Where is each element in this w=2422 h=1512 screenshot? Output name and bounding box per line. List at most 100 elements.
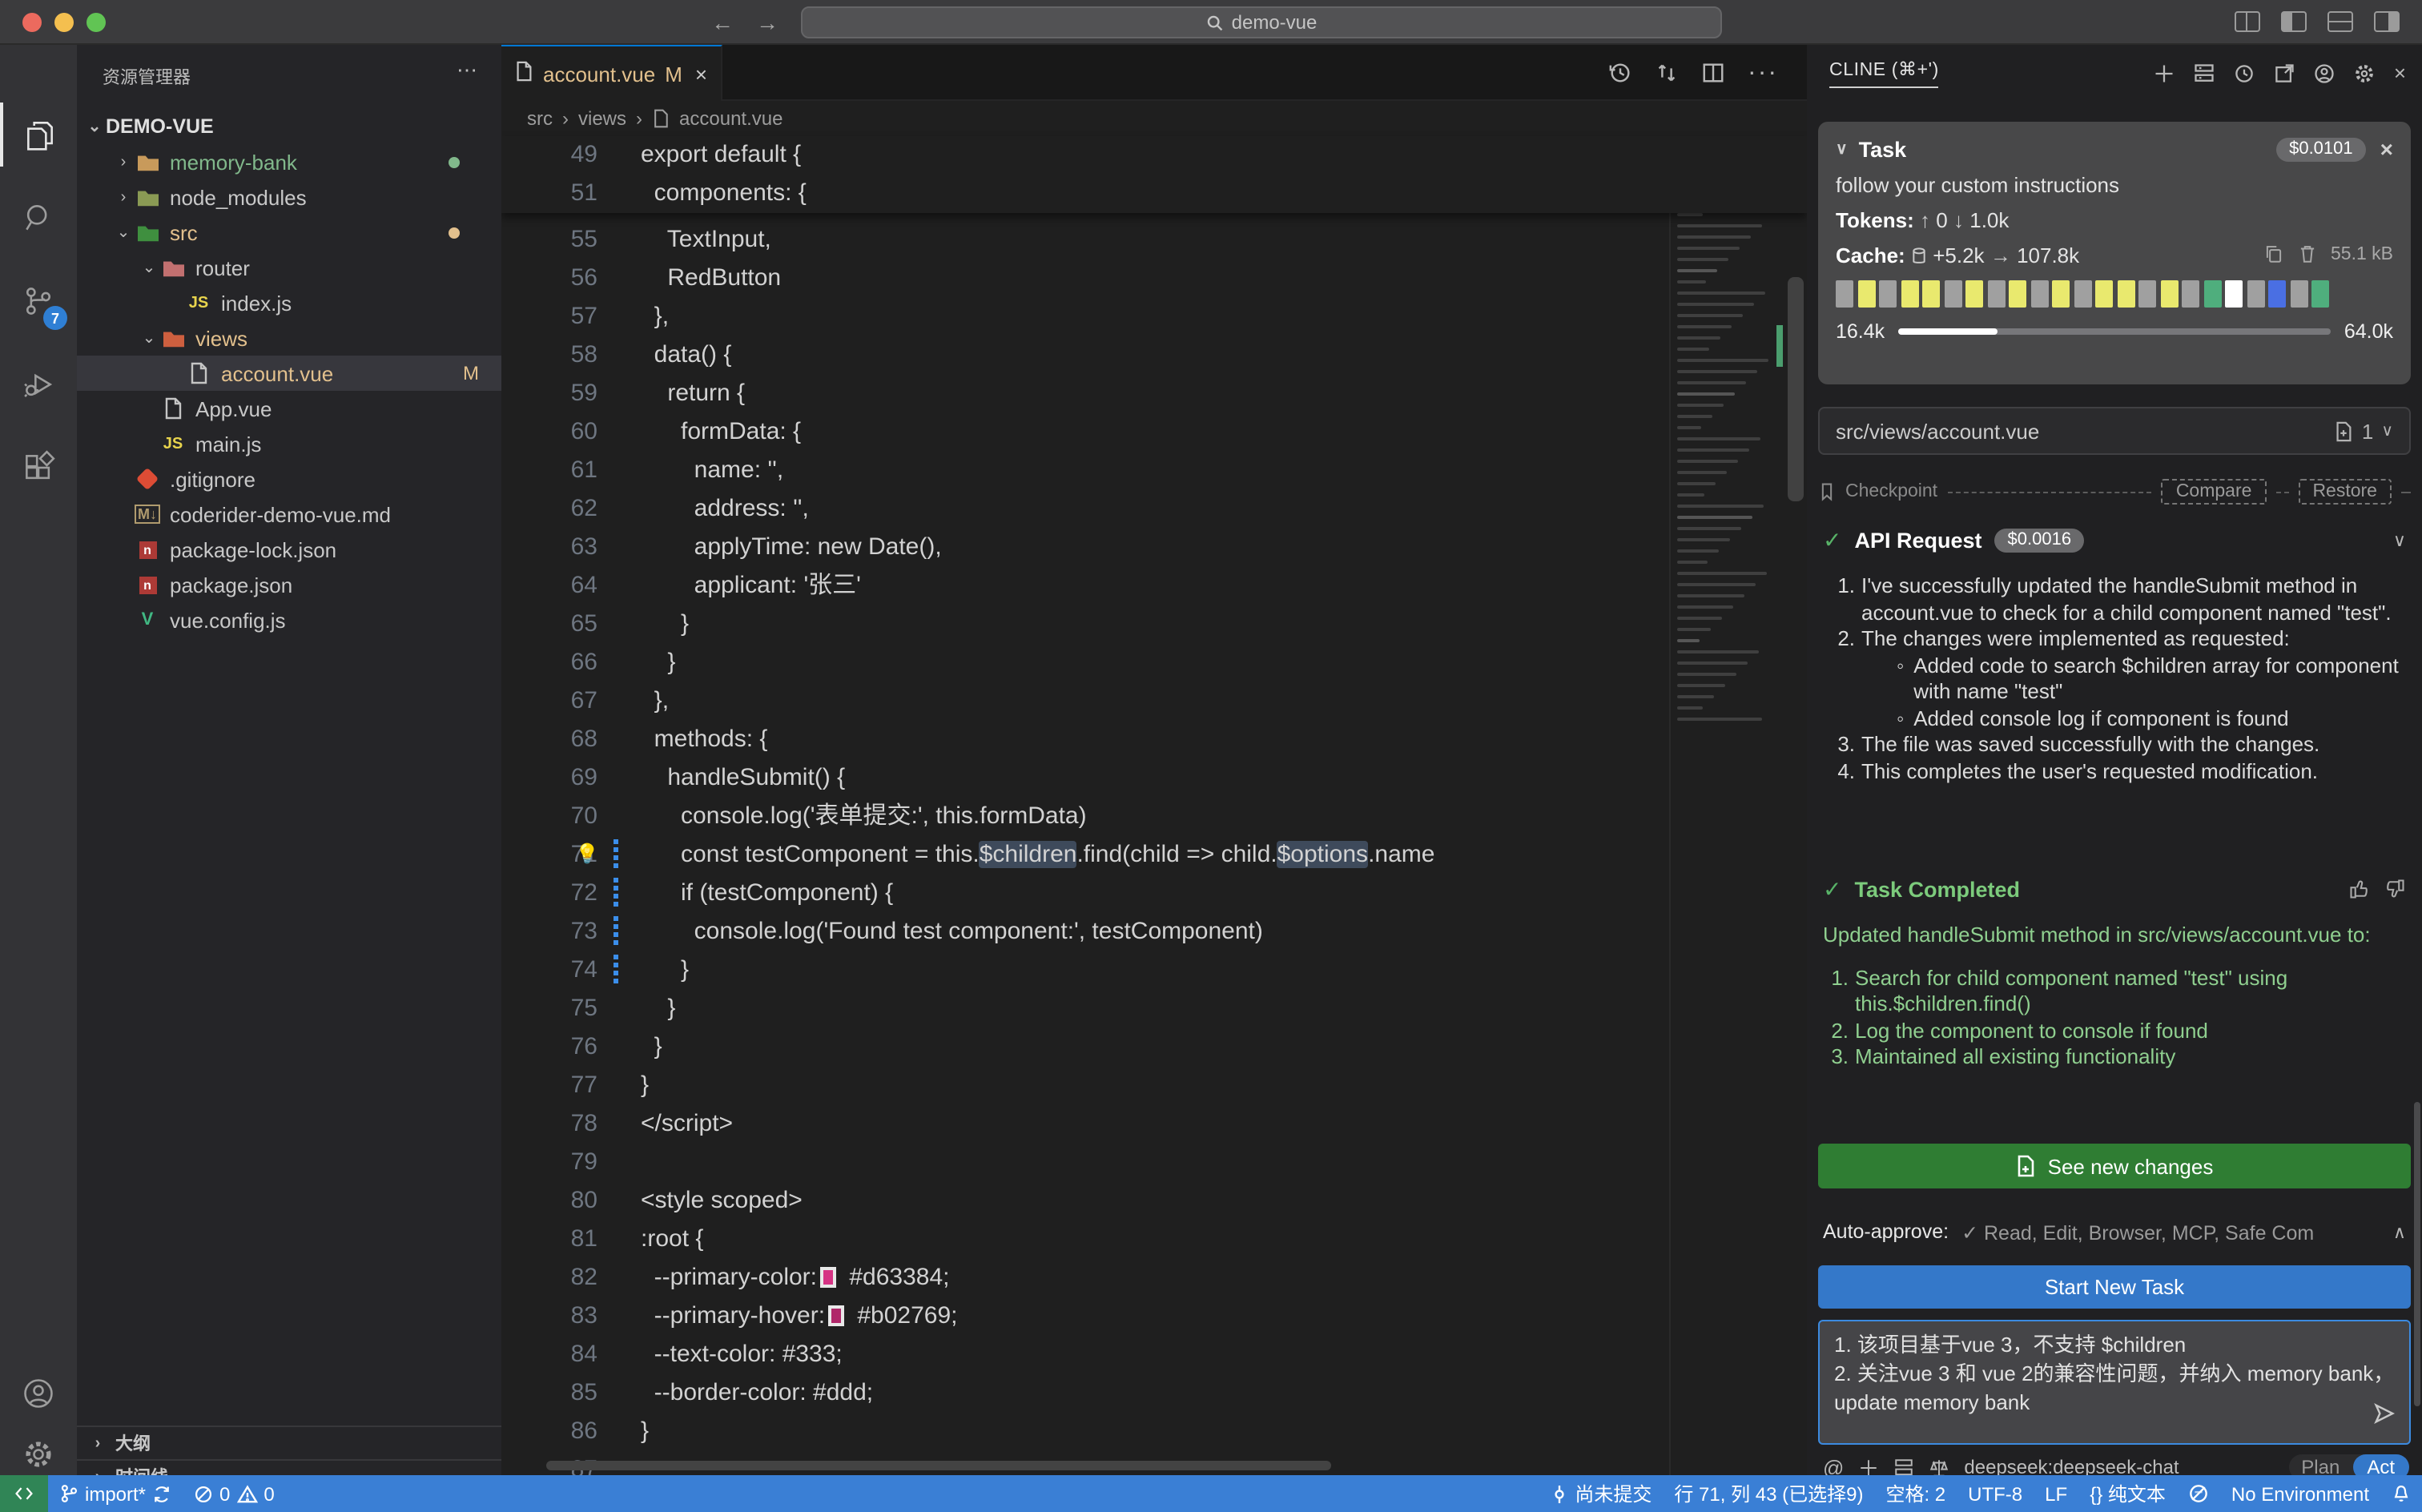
code-line-86[interactable]: 86}	[501, 1413, 1719, 1451]
new-task-icon[interactable]	[2154, 62, 2176, 84]
toggle-panel-icon[interactable]	[2327, 11, 2353, 32]
editor-scrollbar[interactable]	[1784, 136, 1807, 1475]
tree-item-vue.config.js[interactable]: Vvue.config.js	[77, 602, 501, 637]
explorer-icon[interactable]	[0, 103, 77, 167]
chevron-up-icon[interactable]: ∧	[2393, 1221, 2406, 1242]
problems-item[interactable]: 0 0	[183, 1475, 286, 1512]
cline-tab-title[interactable]: CLINE (⌘+')	[1829, 58, 1939, 88]
sync-icon[interactable]	[152, 1484, 171, 1503]
minimap[interactable]	[1669, 136, 1784, 1475]
thumbs-down-icon[interactable]	[2384, 878, 2406, 900]
toggle-primary-sidebar-icon[interactable]	[2281, 11, 2307, 32]
code-line-76[interactable]: 76 }	[501, 1028, 1719, 1067]
environment-item[interactable]: No Environment	[2220, 1475, 2380, 1512]
code-line-55[interactable]: 55 TextInput,	[501, 221, 1719, 259]
code-area[interactable]: 49export default {51 components: { 55 Te…	[501, 136, 1807, 1475]
more-actions-icon[interactable]: ···	[1748, 58, 1778, 87]
api-request-row[interactable]: ✓ API Request $0.0016 ∨	[1823, 522, 2406, 557]
explorer-actions-icon[interactable]: ⋯	[457, 58, 479, 83]
code-line-49[interactable]: 49export default {	[501, 136, 1807, 175]
thumbs-up-icon[interactable]	[2348, 878, 2371, 900]
toggle-secondary-sidebar-icon[interactable]	[2374, 11, 2400, 32]
code-line-61[interactable]: 61 name: '',	[501, 452, 1719, 490]
close-window-button[interactable]	[22, 13, 42, 32]
tree-item-index.js[interactable]: JSindex.js	[77, 285, 501, 320]
code-line-71[interactable]: 71💡 const testComponent = this.$children…	[501, 836, 1719, 875]
code-line-78[interactable]: 78</script>	[501, 1105, 1719, 1144]
open-changes-icon[interactable]	[1655, 61, 1679, 85]
code-line-58[interactable]: 58 data() {	[501, 336, 1719, 375]
breadcrumb-views[interactable]: views	[578, 107, 626, 130]
close-tab-icon[interactable]: ×	[695, 62, 707, 86]
color-swatch[interactable]	[828, 1305, 844, 1326]
tree-item-views[interactable]: ⌄views	[77, 320, 501, 356]
tree-item-src[interactable]: ⌄src	[77, 215, 501, 250]
notifications-bell-icon[interactable]	[2380, 1475, 2422, 1512]
tweet-feedback-icon[interactable]	[2177, 1475, 2220, 1512]
start-new-task-button[interactable]: Start New Task	[1818, 1265, 2411, 1309]
code-line-85[interactable]: 85 --border-color: #ddd;	[501, 1374, 1719, 1413]
tree-item-router[interactable]: ⌄router	[77, 250, 501, 285]
horizontal-scrollbar[interactable]	[546, 1461, 1331, 1470]
indentation-item[interactable]: 空格: 2	[1874, 1475, 1957, 1512]
code-line-65[interactable]: 65 }	[501, 605, 1719, 644]
see-new-changes-button[interactable]: See new changes	[1818, 1144, 2411, 1188]
zoom-window-button[interactable]	[86, 13, 106, 32]
chevron-down-icon[interactable]: ∨	[2381, 422, 2393, 440]
tree-item-package-lock.json[interactable]: npackage-lock.json	[77, 532, 501, 567]
code-line-59[interactable]: 59 return {	[501, 375, 1719, 413]
search-sidebar-icon[interactable]	[0, 186, 77, 250]
code-line-57[interactable]: 57 },	[501, 298, 1719, 336]
code-line-74[interactable]: 74 }	[501, 951, 1719, 990]
settings-icon[interactable]	[2354, 62, 2376, 84]
auto-approve-row[interactable]: Auto-approve: ✓ Read, Edit, Browser, MCP…	[1823, 1217, 2406, 1246]
code-line-62[interactable]: 62 address: '',	[501, 490, 1719, 529]
forward-arrow-icon[interactable]: →	[756, 8, 778, 37]
command-center-search[interactable]: demo-vue	[801, 6, 1722, 38]
chevron-down-icon[interactable]: ∨	[2393, 529, 2406, 550]
code-line-56[interactable]: 56 RedButton	[501, 259, 1719, 298]
code-line-63[interactable]: 63 applyTime: new Date(),	[501, 529, 1719, 567]
code-line-77[interactable]: 77}	[501, 1067, 1719, 1105]
minimize-window-button[interactable]	[54, 13, 74, 32]
chat-input[interactable]: 1. 该项目基于vue 3，不支持 $children 2. 关注vue 3 和…	[1818, 1320, 2411, 1445]
open-in-editor-icon[interactable]	[2274, 62, 2296, 84]
close-task-icon[interactable]: ×	[2380, 136, 2393, 162]
code-line-84[interactable]: 84 --text-color: #333;	[501, 1336, 1719, 1374]
code-line-75[interactable]: 75 }	[501, 990, 1719, 1028]
edited-file-row[interactable]: src/views/account.vue 1 ∨	[1818, 407, 2411, 455]
commit-status-item[interactable]: 尚未提交	[1539, 1475, 1663, 1512]
language-mode-item[interactable]: {} 纯文本	[2078, 1475, 2177, 1512]
split-editor-icon[interactable]	[1701, 61, 1725, 85]
code-line-81[interactable]: 81:root {	[501, 1220, 1719, 1259]
tree-item-main.js[interactable]: JSmain.js	[77, 426, 501, 461]
tree-item-memory-bank[interactable]: ›memory-bank	[77, 144, 501, 179]
code-line-68[interactable]: 68 methods: {	[501, 721, 1719, 759]
cursor-position-item[interactable]: 行 71, 列 43 (已选择9)	[1663, 1475, 1874, 1512]
outline-section[interactable]: ›大纲	[77, 1426, 501, 1459]
history-icon[interactable]	[2234, 62, 2256, 84]
source-control-icon[interactable]: 7	[0, 269, 77, 333]
code-line-66[interactable]: 66 }	[501, 644, 1719, 682]
collapse-task-icon[interactable]: ∨	[1836, 140, 1848, 158]
copy-icon[interactable]	[2263, 243, 2284, 264]
tab-account-vue[interactable]: account.vue M ×	[501, 45, 722, 101]
run-debug-icon[interactable]	[0, 352, 77, 416]
code-line-60[interactable]: 60 formData: {	[501, 413, 1719, 452]
extensions-icon[interactable]	[0, 436, 77, 500]
code-line-79[interactable]: 79	[501, 1144, 1719, 1182]
encoding-item[interactable]: UTF-8	[1957, 1475, 2034, 1512]
close-panel-icon[interactable]: ×	[2394, 61, 2406, 85]
code-line-83[interactable]: 83 --primary-hover: #b02769;	[501, 1297, 1719, 1336]
eol-item[interactable]: LF	[2034, 1475, 2078, 1512]
code-line-73[interactable]: 73 console.log('Found test component:', …	[501, 913, 1719, 951]
breadcrumb-file[interactable]: account.vue	[679, 107, 783, 130]
code-line-67[interactable]: 67 },	[501, 682, 1719, 721]
color-swatch[interactable]	[820, 1267, 836, 1288]
remote-indicator[interactable]	[0, 1475, 48, 1512]
delete-icon[interactable]	[2297, 243, 2318, 264]
code-line-70[interactable]: 70 console.log('表单提交:', this.formData)	[501, 798, 1719, 836]
accounts-icon[interactable]	[0, 1361, 77, 1426]
code-line-51[interactable]: 51 components: {	[501, 175, 1807, 213]
code-line-80[interactable]: 80<style scoped>	[501, 1182, 1719, 1220]
